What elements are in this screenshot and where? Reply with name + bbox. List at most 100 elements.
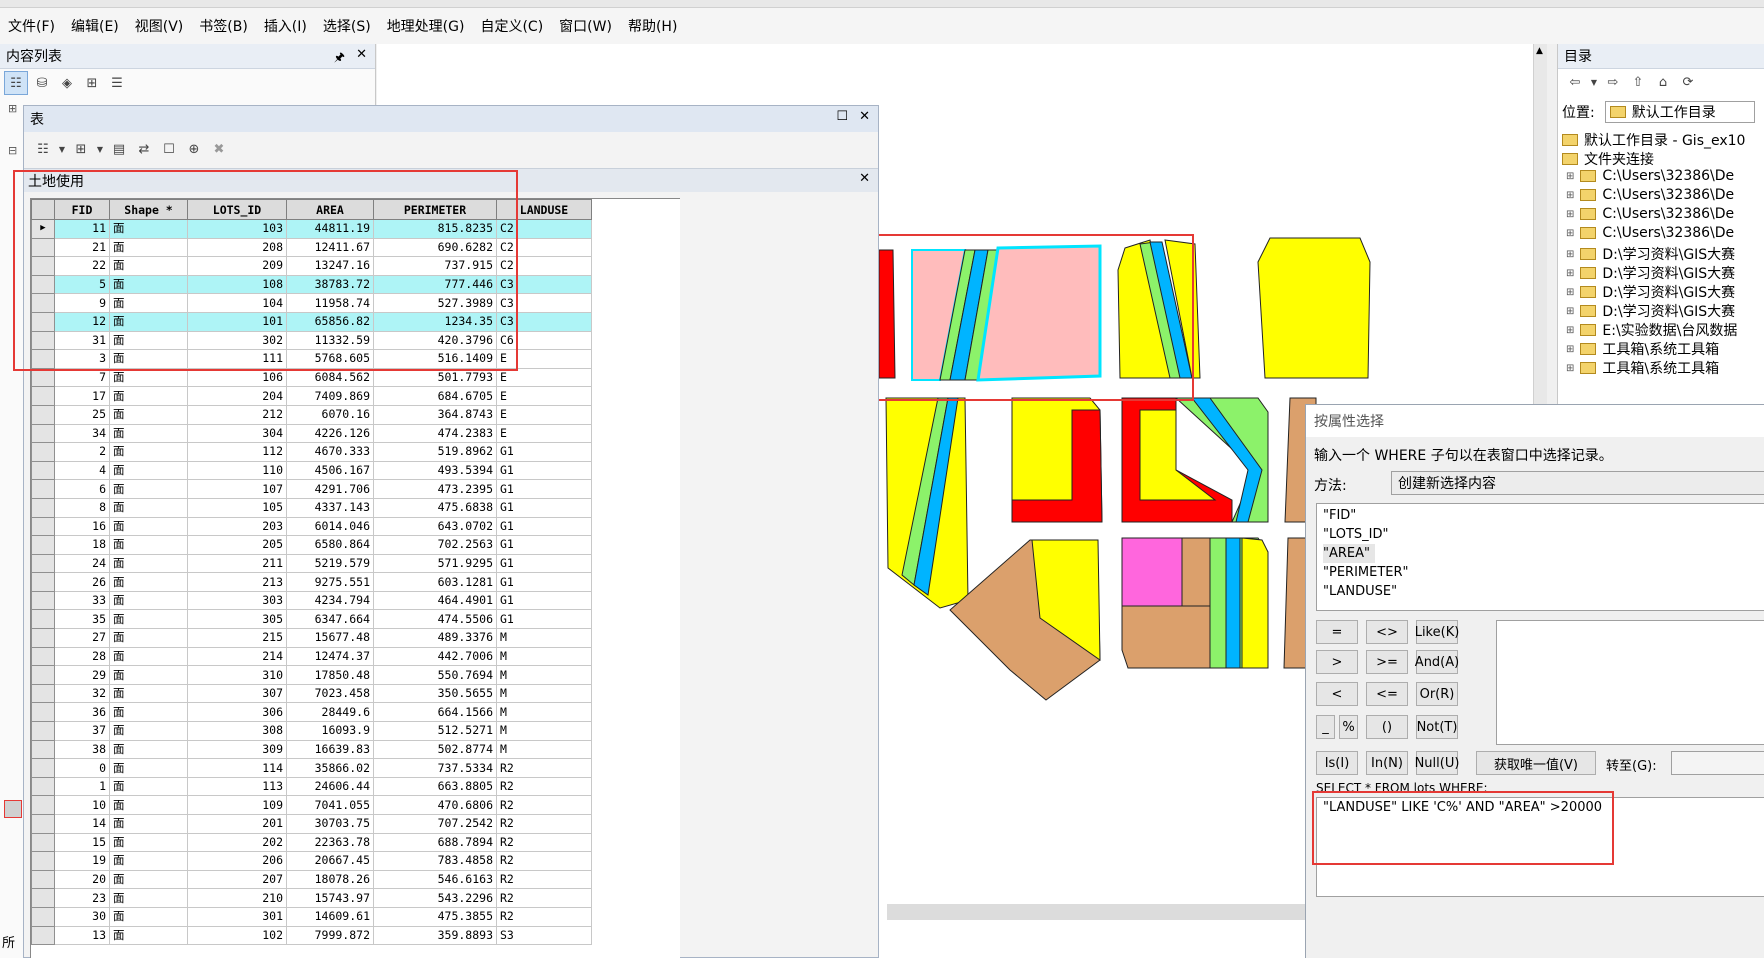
cell-fid[interactable]: 28: [54, 646, 110, 667]
menu-item[interactable]: 视图(V): [127, 16, 192, 36]
cell-fid[interactable]: 18: [54, 535, 110, 555]
back-icon[interactable]: ⇦: [1564, 71, 1586, 93]
cell-lots[interactable]: 214: [187, 646, 287, 667]
cell-area[interactable]: 7409.869: [286, 386, 374, 406]
operator-button[interactable]: Like(K): [1415, 620, 1459, 644]
cell-lots[interactable]: 207: [187, 869, 287, 890]
menu-item[interactable]: 窗口(W): [551, 16, 620, 36]
cell-lots[interactable]: 301: [187, 906, 287, 927]
close-icon[interactable]: ✕: [356, 47, 367, 62]
row-selector[interactable]: [31, 906, 55, 927]
cell-shape[interactable]: 面: [109, 423, 188, 444]
cell-lots[interactable]: 310: [187, 665, 287, 685]
cell-area[interactable]: 24606.44: [286, 776, 374, 797]
cell-shape[interactable]: 面: [109, 665, 188, 685]
row-selector[interactable]: [31, 553, 55, 574]
cell-lots[interactable]: 303: [187, 590, 287, 611]
expand-icon[interactable]: ⊞: [1566, 249, 1574, 260]
cell-landuse[interactable]: M: [496, 683, 592, 704]
cell-landuse[interactable]: G1: [496, 572, 592, 592]
cell-fid[interactable]: 37: [54, 721, 110, 741]
row-selector[interactable]: [31, 869, 55, 890]
table-row[interactable]: 35 面 305 6347.664 474.5506 G1: [31, 609, 592, 630]
cell-area[interactable]: 15677.48: [286, 628, 374, 648]
cell-perim[interactable]: 603.1281: [373, 572, 497, 592]
cell-fid[interactable]: 30: [54, 906, 110, 927]
table-row[interactable]: 37 面 308 16093.9 512.5271 M: [31, 721, 592, 741]
cell-shape[interactable]: 面: [109, 683, 188, 704]
cell-perim[interactable]: 684.6705: [373, 386, 497, 406]
table-row[interactable]: 13 面 102 7999.872 359.8893 S3: [31, 925, 592, 946]
cell-fid[interactable]: 27: [54, 628, 110, 648]
cell-landuse[interactable]: M: [496, 721, 592, 741]
table-row[interactable]: 15 面 202 22363.78 688.7894 R2: [31, 832, 592, 853]
menu-item[interactable]: 书签(B): [191, 16, 256, 36]
dropdown-icon[interactable]: ▼: [1589, 71, 1599, 93]
table-row[interactable]: 8 面 105 4337.143 475.6838 G1: [31, 497, 592, 518]
cell-fid[interactable]: 19: [54, 851, 110, 871]
field-list-item[interactable]: "PERIMETER": [1323, 563, 1764, 582]
cell-area[interactable]: 4234.794: [286, 590, 374, 611]
expand-icon[interactable]: ⊞: [1566, 325, 1574, 336]
table-options-icon[interactable]: ☷: [32, 138, 54, 160]
operator-button[interactable]: =: [1316, 620, 1358, 644]
cell-fid[interactable]: 38: [54, 739, 110, 760]
cell-fid[interactable]: 17: [54, 386, 110, 406]
cell-fid[interactable]: 6: [54, 479, 110, 499]
row-selector[interactable]: [31, 776, 55, 797]
cell-shape[interactable]: 面: [109, 516, 188, 537]
cell-shape[interactable]: 面: [109, 646, 188, 667]
cell-area[interactable]: 17850.48: [286, 665, 374, 685]
cell-area[interactable]: 15743.97: [286, 888, 374, 908]
operator-button[interactable]: In(N): [1366, 751, 1408, 775]
cell-landuse[interactable]: R2: [496, 814, 592, 834]
cell-shape[interactable]: 面: [109, 367, 188, 388]
cell-area[interactable]: 14609.61: [286, 906, 374, 927]
cell-lots[interactable]: 114: [187, 758, 287, 778]
row-selector[interactable]: [31, 665, 55, 685]
expand-icon[interactable]: ⊞: [8, 102, 17, 115]
list-by-visibility-icon[interactable]: ◈: [56, 72, 78, 94]
cell-area[interactable]: 35866.02: [286, 758, 374, 778]
row-selector[interactable]: [31, 628, 55, 648]
cell-area[interactable]: 7999.872: [286, 925, 374, 946]
cell-fid[interactable]: 15: [54, 832, 110, 853]
table-row[interactable]: 2 面 112 4670.333 519.8962 G1: [31, 442, 592, 462]
cell-landuse[interactable]: G1: [496, 590, 592, 611]
cell-lots[interactable]: 105: [187, 497, 287, 518]
cell-perim[interactable]: 737.5334: [373, 758, 497, 778]
cell-lots[interactable]: 212: [187, 404, 287, 425]
expand-icon[interactable]: ⊞: [1566, 268, 1574, 279]
cell-lots[interactable]: 106: [187, 367, 287, 388]
row-selector[interactable]: [31, 516, 55, 537]
cell-landuse[interactable]: R2: [496, 795, 592, 815]
table-row[interactable]: 34 面 304 4226.126 474.2383 E: [31, 423, 592, 444]
cell-lots[interactable]: 215: [187, 628, 287, 648]
cell-landuse[interactable]: M: [496, 702, 592, 723]
cell-shape[interactable]: 面: [109, 404, 188, 425]
row-selector[interactable]: [31, 367, 55, 388]
field-list-item[interactable]: "LOTS_ID": [1323, 525, 1764, 544]
table-row[interactable]: 7 面 106 6084.562 501.7793 E: [31, 367, 592, 388]
cell-lots[interactable]: 202: [187, 832, 287, 853]
dropdown-icon[interactable]: ▼: [57, 138, 67, 160]
cell-shape[interactable]: 面: [109, 535, 188, 555]
maximize-icon[interactable]: ☐: [836, 109, 848, 124]
location-field[interactable]: 默认工作目录: [1604, 101, 1755, 123]
cell-landuse[interactable]: R2: [496, 888, 592, 908]
cell-lots[interactable]: 203: [187, 516, 287, 537]
cell-lots[interactable]: 308: [187, 721, 287, 741]
cell-landuse[interactable]: M: [496, 628, 592, 648]
cell-shape[interactable]: 面: [109, 758, 188, 778]
expand-icon[interactable]: ⊞: [1566, 344, 1574, 355]
close-tab-icon[interactable]: ✕: [859, 171, 870, 186]
cell-fid[interactable]: 26: [54, 572, 110, 592]
cell-lots[interactable]: 109: [187, 795, 287, 815]
table-row[interactable]: 33 面 303 4234.794 464.4901 G1: [31, 590, 592, 611]
cell-perim[interactable]: 664.1566: [373, 702, 497, 723]
cell-shape[interactable]: 面: [109, 776, 188, 797]
cell-area[interactable]: 4670.333: [286, 442, 374, 462]
catalog-item[interactable]: 文件夹连接: [1562, 149, 1654, 169]
cell-landuse[interactable]: G1: [496, 460, 592, 481]
cell-area[interactable]: 4226.126: [286, 423, 374, 444]
